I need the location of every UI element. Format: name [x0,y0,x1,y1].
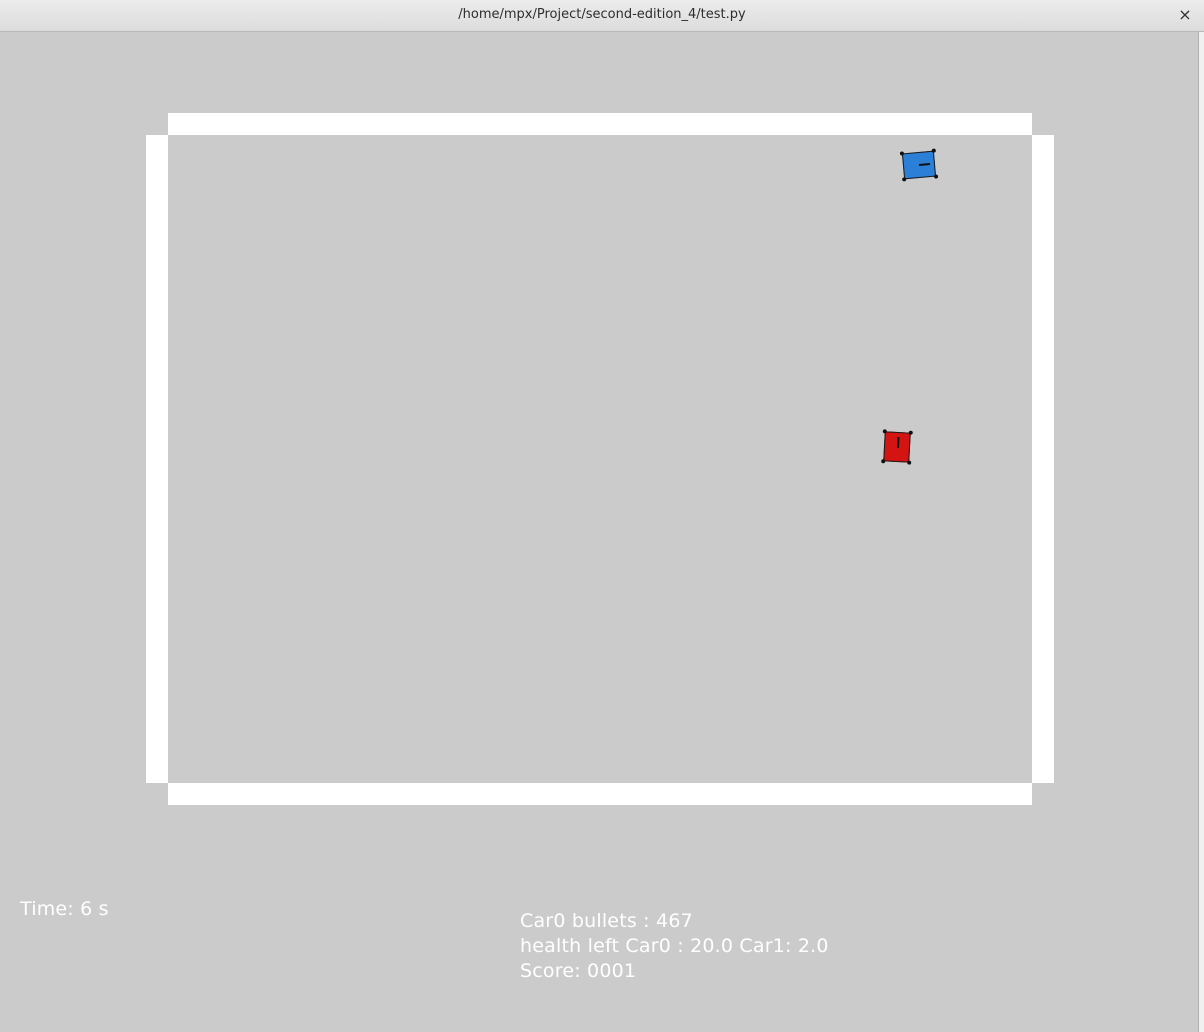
window-title: /home/mpx/Project/second-edition_4/test.… [458,7,746,22]
wall-left [146,135,168,783]
hud-health: health left Car0 : 20.0 Car1: 2.0 [520,935,829,957]
car-red-corner [907,460,912,465]
car-blue-corner [931,148,936,153]
car-red-corner [882,429,887,434]
car-blue-corner [899,151,905,156]
wall-right [1032,135,1054,783]
wall-top [168,113,1032,135]
game-canvas: Time: 6 s Car0 bullets : 467 health left… [0,32,1204,1032]
car-blue [899,148,939,182]
car-blue-barrel [918,163,931,166]
hud-time: Time: 6 s [20,898,109,920]
window-right-border [1198,32,1204,1032]
car-blue-corner [933,174,939,179]
window-titlebar: /home/mpx/Project/second-edition_4/test.… [0,0,1204,32]
car-red-corner [908,430,913,435]
close-icon[interactable]: × [1174,4,1196,26]
wall-bottom [168,783,1032,805]
car-red [881,429,913,465]
car-red-corner [881,459,886,464]
car-red-barrel [896,437,900,449]
hud-bullets: Car0 bullets : 467 [520,910,693,932]
hud-score: Score: 0001 [520,960,637,982]
car-blue-corner [902,177,907,182]
